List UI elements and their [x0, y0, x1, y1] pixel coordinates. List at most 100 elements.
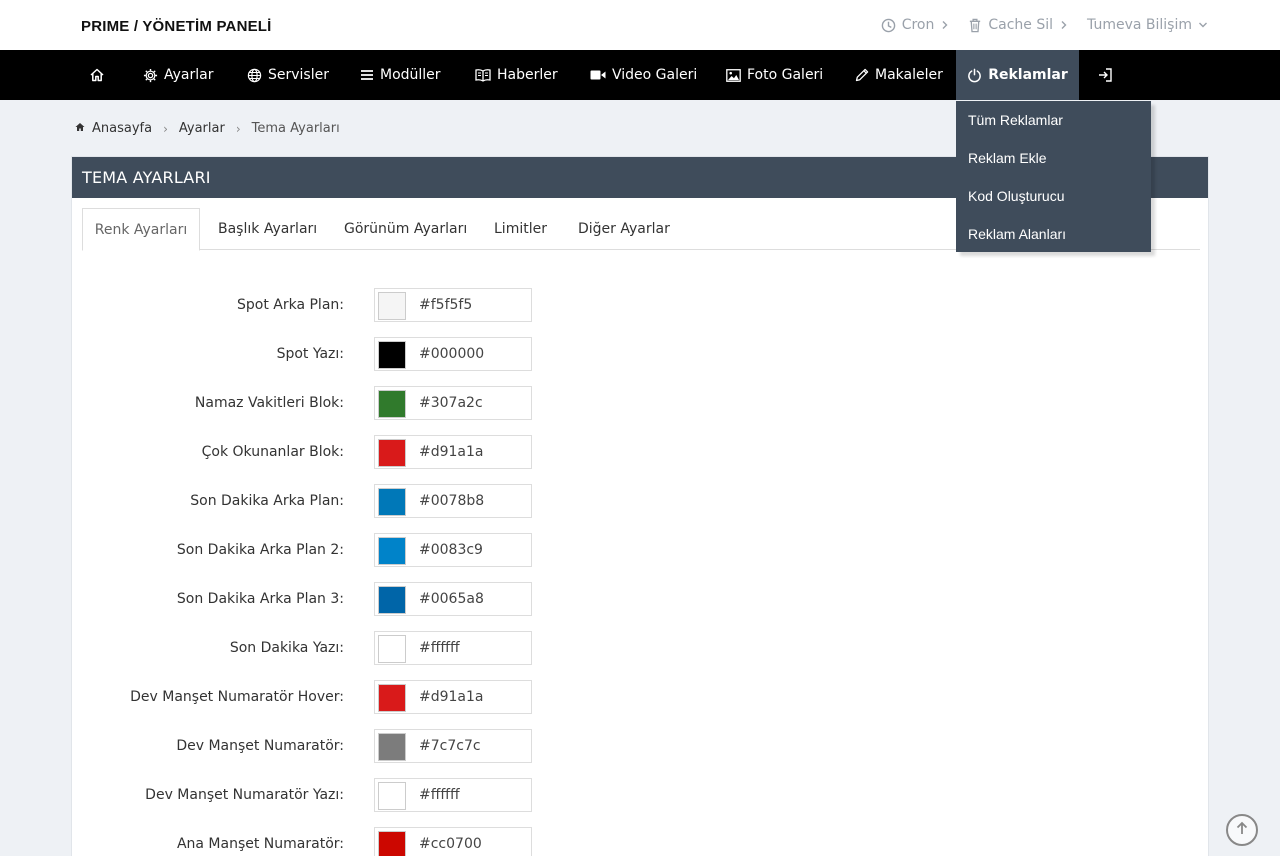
color-picker-input[interactable]: #0083c9 [374, 533, 532, 567]
color-swatch[interactable] [378, 488, 406, 516]
color-swatch[interactable] [378, 733, 406, 761]
tab-renk-ayarlari[interactable]: Renk Ayarları [82, 208, 200, 251]
breadcrumb-home[interactable]: Anasayfa [92, 121, 152, 136]
color-setting-row: Dev Manşet Numaratör Hover: #d91a1a [72, 680, 1210, 714]
color-hex-value: #cc0700 [419, 836, 482, 852]
brand-title: PRIME / YÖNETİM PANELİ [81, 18, 272, 35]
color-picker-input[interactable]: #cc0700 [374, 827, 532, 856]
color-setting-row: Son Dakika Arka Plan: #0078b8 [72, 484, 1210, 518]
cache-clear-label: Cache Sil [988, 17, 1054, 33]
clock-icon [881, 18, 896, 33]
color-setting-label: Spot Yazı: [276, 346, 344, 362]
color-setting-label: Dev Manşet Numaratör Yazı: [145, 787, 344, 803]
color-hex-value: #f5f5f5 [419, 297, 473, 313]
color-picker-input[interactable]: #ffffff [374, 631, 532, 665]
scroll-top-button[interactable] [1226, 814, 1258, 846]
color-setting-label: Çok Okunanlar Blok: [201, 444, 344, 460]
color-swatch[interactable] [378, 341, 406, 369]
color-picker-input[interactable]: #f5f5f5 [374, 288, 532, 322]
sign-in-icon [1097, 67, 1113, 83]
nav-home[interactable] [89, 50, 105, 100]
pencil-icon [855, 68, 869, 82]
dropdown-item-kod-olusturucu[interactable]: Kod Oluşturucu [968, 188, 1065, 204]
nav-item-servisler[interactable]: Servisler [247, 50, 329, 100]
color-picker-input[interactable]: #ffffff [374, 778, 532, 812]
color-setting-row: Spot Yazı: #000000 [72, 337, 1210, 371]
color-picker-input[interactable]: #307a2c [374, 386, 532, 420]
tab-baslik-ayarlari[interactable]: Başlık Ayarları [218, 208, 317, 250]
cache-clear-link[interactable]: Cache Sil [968, 17, 1069, 33]
power-icon [967, 68, 982, 83]
image-icon [726, 68, 741, 82]
color-setting-row: Son Dakika Arka Plan 3: #0065a8 [72, 582, 1210, 616]
color-hex-value: #0065a8 [419, 591, 484, 607]
color-setting-label: Son Dakika Arka Plan: [190, 493, 344, 509]
chevron-right-icon: › [163, 121, 168, 136]
color-hex-value: #ffffff [419, 787, 460, 803]
nav-label: Video Galeri [612, 67, 698, 83]
color-setting-label: Son Dakika Arka Plan 3: [176, 591, 344, 607]
trash-icon [968, 18, 982, 33]
tab-limitler[interactable]: Limitler [494, 208, 547, 250]
nav-item-foto-galeri[interactable]: Foto Galeri [726, 50, 823, 100]
color-picker-input[interactable]: #0065a8 [374, 582, 532, 616]
nav-item-moduller[interactable]: Modüller [360, 50, 441, 100]
color-setting-label: Ana Manşet Numaratör: [176, 836, 344, 852]
video-icon [590, 69, 606, 81]
color-swatch[interactable] [378, 292, 406, 320]
color-hex-value: #0078b8 [419, 493, 485, 509]
tab-diger-ayarlar[interactable]: Diğer Ayarlar [578, 208, 670, 250]
color-setting-label: Namaz Vakitleri Blok: [194, 395, 344, 411]
reklamlar-dropdown: Tüm Reklamlar Reklam Ekle Kod Oluşturucu… [956, 101, 1151, 252]
nav-item-video-galeri[interactable]: Video Galeri [590, 50, 697, 100]
panel-title: TEMA AYARLARI [82, 168, 211, 187]
color-swatch[interactable] [378, 537, 406, 565]
chevron-right-icon: › [235, 121, 241, 136]
color-swatch[interactable] [378, 635, 406, 663]
color-setting-label: Dev Manşet Numaratör: [176, 738, 344, 754]
breadcrumb: Anasayfa › Ayarlar › Tema Ayarları [75, 121, 340, 136]
color-picker-input[interactable]: #000000 [374, 337, 532, 371]
arrow-up-icon [1234, 820, 1250, 840]
user-menu[interactable]: Tumeva Bilişim [1087, 17, 1208, 33]
nav-item-reklamlar[interactable]: Reklamlar [956, 50, 1079, 100]
color-swatch[interactable] [378, 439, 406, 467]
color-swatch[interactable] [378, 684, 406, 712]
breadcrumb-current: Tema Ayarları [251, 121, 340, 136]
breadcrumb-parent[interactable]: Ayarlar [179, 121, 225, 136]
color-hex-value: #000000 [419, 346, 485, 362]
dropdown-item-reklam-alanlari[interactable]: Reklam Alanları [968, 226, 1066, 242]
nav-label: Servisler [268, 67, 329, 83]
color-swatch[interactable] [378, 782, 406, 810]
dropdown-item-reklam-ekle[interactable]: Reklam Ekle [968, 150, 1047, 166]
theme-settings-panel: TEMA AYARLARI Renk Ayarları Başlık Ayarl… [71, 156, 1209, 856]
home-icon [75, 121, 85, 136]
color-picker-input[interactable]: #d91a1a [374, 680, 532, 714]
nav-item-makaleler[interactable]: Makaleler [855, 50, 943, 100]
cron-link[interactable]: Cron [881, 17, 951, 33]
color-hex-value: #d91a1a [419, 444, 484, 460]
nav-label: Foto Galeri [747, 67, 824, 83]
nav-label: Haberler [497, 67, 558, 83]
nav-item-haberler[interactable]: Haberler [475, 50, 558, 100]
color-setting-row: Ana Manşet Numaratör: #cc0700 [72, 827, 1210, 856]
color-setting-row: Spot Arka Plan: #f5f5f5 [72, 288, 1210, 322]
color-swatch[interactable] [378, 586, 406, 614]
color-hex-value: #7c7c7c [419, 738, 481, 754]
color-picker-input[interactable]: #7c7c7c [374, 729, 532, 763]
color-picker-input[interactable]: #d91a1a [374, 435, 532, 469]
color-picker-input[interactable]: #0078b8 [374, 484, 532, 518]
book-icon [475, 68, 491, 82]
top-links: Cron Cache Sil Tumeva Bilişim [881, 0, 1208, 50]
bars-icon [360, 68, 374, 82]
dropdown-item-tum-reklamlar[interactable]: Tüm Reklamlar [968, 112, 1063, 128]
color-hex-value: #0083c9 [419, 542, 483, 558]
nav-item-ayarlar[interactable]: Ayarlar [143, 50, 213, 100]
color-swatch[interactable] [378, 390, 406, 418]
tab-gorunum-ayarlari[interactable]: Görünüm Ayarları [344, 208, 467, 250]
chevron-right-icon [940, 20, 950, 30]
nav-logout[interactable] [1097, 50, 1113, 100]
color-setting-label: Spot Arka Plan: [236, 297, 344, 313]
color-swatch[interactable] [378, 831, 406, 856]
color-setting-row: Namaz Vakitleri Blok: #307a2c [72, 386, 1210, 420]
